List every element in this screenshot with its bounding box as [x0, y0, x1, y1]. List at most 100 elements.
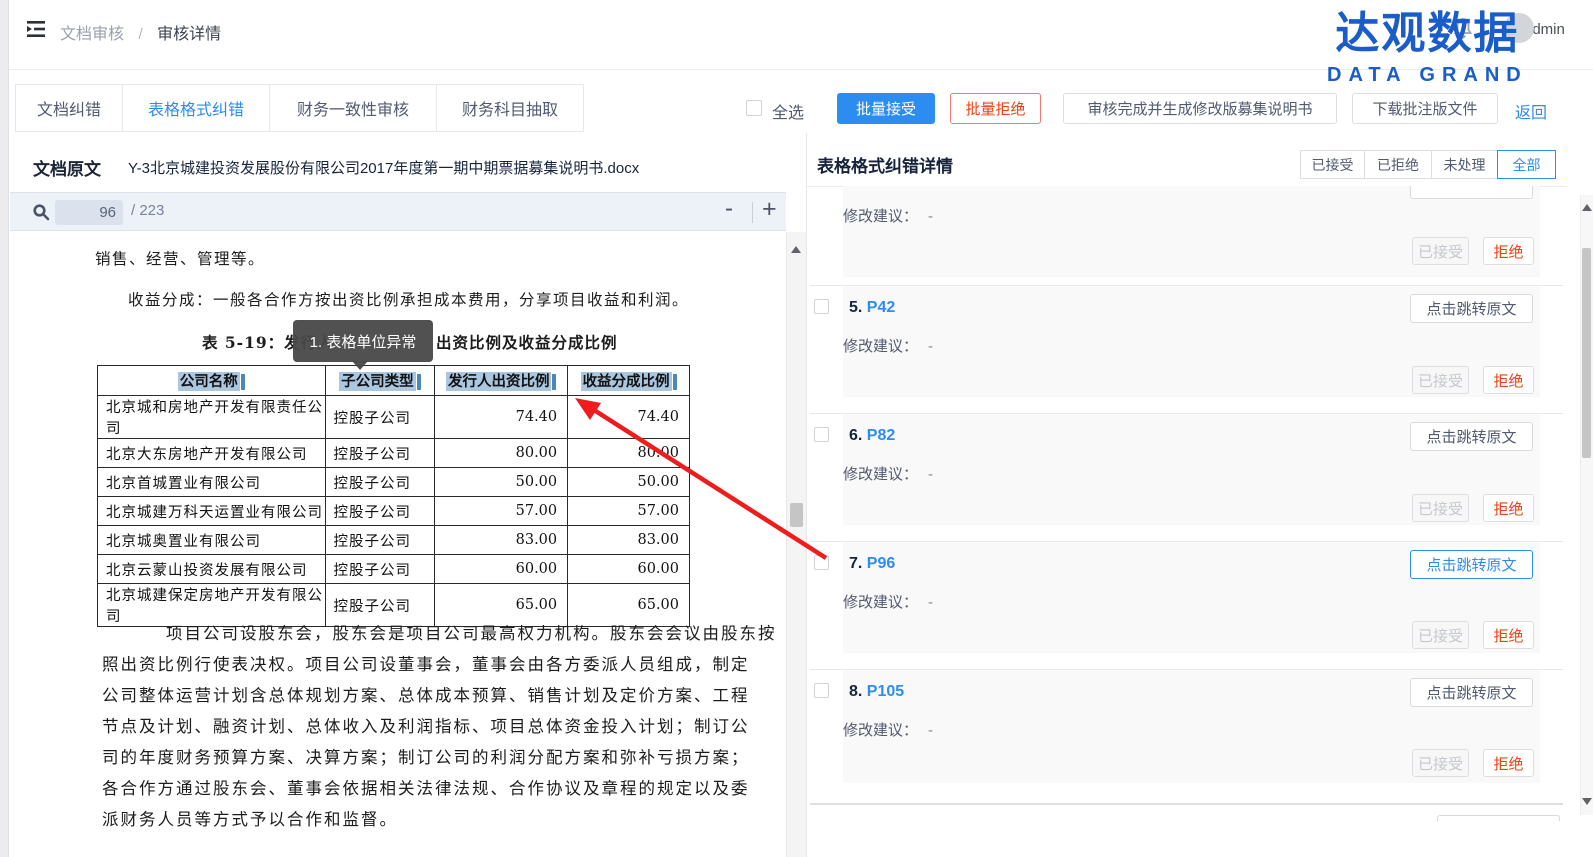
doc-paragraph-line: 照出资比例行使表决权。项目公司设董事会，董事会由各方委派人员组成，制定 [102, 651, 782, 675]
item-title: 7. P96 [849, 555, 895, 573]
review-scrollbar[interactable] [1580, 195, 1593, 815]
table-header-row: 公司名称 子公司类型 发行人出资比例 收益分成比例 [98, 366, 690, 396]
breadcrumb-separator: / [138, 26, 142, 43]
batch-reject-button[interactable]: 批量拒绝 [950, 93, 1041, 124]
left-edge-rail [0, 0, 9, 857]
review-panel-title: 表格格式纠错详情 [817, 152, 953, 177]
header-cell: 子公司类型 [325, 366, 435, 396]
sidebar-collapse-icon[interactable] [24, 17, 48, 41]
zoom-out-button[interactable]: - [725, 195, 733, 223]
scroll-up-icon[interactable] [1582, 204, 1592, 211]
doc-paragraph-line: 各合作方通过股东会、董事会依据相关法律法规、合作协议及章程的规定以及委 [102, 775, 782, 799]
jump-button-fragment[interactable] [1437, 815, 1560, 821]
tab-table-format-correction[interactable]: 表格格式纠错 [122, 84, 270, 132]
suggestion-row: 修改建议：- [843, 205, 933, 226]
select-all-label: 全选 [772, 99, 804, 123]
doc-paragraph-line: 司的年度财务预算方案、决算方案；制订公司的利润分配方案和弥补亏损方案； [102, 744, 782, 768]
filter-all[interactable]: 全部 [1497, 150, 1556, 179]
item-page-link[interactable]: P96 [867, 555, 895, 572]
document-review-page: 文档审核 / 审核详情 admin 达观数据 DATA GRAND 文档纠错 表… [0, 0, 1593, 857]
doc-text-line: 销售、经营、管理等。 [95, 247, 265, 269]
item-checkbox[interactable] [814, 299, 829, 314]
doc-text-line: 收益分成：一般各合作方按出资比例承担成本费用，分享项目收益和利润。 [128, 288, 689, 310]
breadcrumb-current: 审核详情 [157, 26, 221, 43]
back-link[interactable]: 返回 [1515, 99, 1547, 123]
review-scrollbar-thumb[interactable] [1582, 248, 1591, 458]
reject-button[interactable]: 拒绝 [1483, 621, 1534, 649]
table-row: 北京城和房地产开发有限责任公司控股子公司 74.4074.40 [98, 396, 690, 439]
issuer-ratio-table: 公司名称 子公司类型 发行人出资比例 收益分成比例 北京城和房地产开发有限责任公… [97, 365, 690, 627]
jump-to-source-button[interactable]: 点击跳转原文 [1410, 422, 1533, 451]
accepted-button[interactable]: 已接受 [1412, 366, 1469, 394]
suggestion-row: 修改建议：- [843, 335, 933, 356]
highlight-cursor [673, 374, 677, 390]
jump-to-source-button[interactable]: 点击跳转原文 [1410, 294, 1533, 323]
doc-paragraph-line: 节点及计划、融资计划、总体收入及利润指标、项目总体资金投入计划；制订公 [102, 713, 782, 737]
accepted-button[interactable]: 已接受 [1412, 494, 1469, 522]
item-page-link[interactable]: P82 [867, 427, 895, 444]
download-annotated-button[interactable]: 下载批注版文件 [1352, 93, 1498, 124]
jump-to-source-button[interactable]: 点击跳转原文 [1410, 678, 1533, 707]
item-separator [810, 669, 1563, 670]
page-number-input[interactable] [55, 200, 123, 225]
accepted-button[interactable]: 已接受 [1412, 749, 1469, 777]
item-title: 8. P105 [849, 683, 904, 701]
doc-paragraph-line: 派财务人员等方式予以合作和监督。 [102, 806, 782, 830]
jump-to-source-button-active[interactable]: 点击跳转原文 [1410, 550, 1533, 579]
zoom-divider [752, 202, 753, 223]
table-row: 北京大东房地产开发有限公司控股子公司 80.0080.00 [98, 439, 690, 468]
suggestion-row: 修改建议：- [843, 719, 933, 740]
doc-paragraph-line: 公司整体运营计划含总体规划方案、总体成本预算、销售计划及定价方案、工程 [102, 682, 782, 706]
accepted-button[interactable]: 已接受 [1412, 621, 1469, 649]
scroll-up-icon[interactable] [791, 246, 801, 253]
accepted-button[interactable]: 已接受 [1412, 237, 1469, 265]
select-all-checkbox[interactable] [746, 100, 762, 116]
reject-button[interactable]: 拒绝 [1483, 237, 1534, 265]
tab-doc-correction[interactable]: 文档纠错 [15, 84, 123, 132]
reject-button[interactable]: 拒绝 [1483, 494, 1534, 522]
doc-scrollbar[interactable] [786, 232, 806, 857]
highlight-cursor [241, 374, 245, 390]
suggestion-row: 修改建议：- [843, 591, 933, 612]
breadcrumb: 文档审核 / 审核详情 [60, 20, 221, 44]
item-page-link[interactable]: P105 [867, 683, 904, 700]
doc-panel-title: 文档原文 [33, 155, 101, 180]
batch-accept-button[interactable]: 批量接受 [837, 93, 935, 124]
suggestion-row: 修改建议：- [843, 463, 933, 484]
filter-rejected[interactable]: 已拒绝 [1364, 150, 1432, 179]
header-cell: 收益分成比例 [568, 366, 690, 396]
finish-generate-button[interactable]: 审核完成并生成修改版募集说明书 [1063, 93, 1337, 124]
item-checkbox[interactable] [814, 427, 829, 442]
filter-accepted[interactable]: 已接受 [1300, 150, 1365, 179]
search-icon[interactable] [32, 203, 50, 221]
header-cell: 公司名称 [98, 366, 326, 396]
scroll-down-icon[interactable] [1582, 798, 1592, 805]
item-checkbox[interactable] [814, 555, 829, 570]
reject-button[interactable]: 拒绝 [1483, 749, 1534, 777]
reject-button[interactable]: 拒绝 [1483, 366, 1534, 394]
highlight-cursor [552, 374, 556, 390]
table-row: 北京城建万科天运置业有限公司控股子公司 57.0057.00 [98, 497, 690, 526]
zoom-in-button[interactable]: + [762, 195, 777, 224]
highlight-cursor [417, 374, 421, 390]
jump-button-fragment[interactable] [1410, 186, 1533, 199]
item-page-link[interactable]: P42 [867, 299, 895, 316]
logo-chinese: 达观数据 [1327, 12, 1528, 56]
item-title: 5. P42 [849, 299, 895, 317]
page-total: / 223 [131, 202, 164, 219]
table-row: 北京首城置业有限公司控股子公司 50.0050.00 [98, 468, 690, 497]
item-separator [810, 413, 1563, 414]
list-bottom-line [810, 803, 1563, 805]
breadcrumb-root[interactable]: 文档审核 [60, 26, 124, 43]
filter-pending[interactable]: 未处理 [1431, 150, 1498, 179]
panel-divider [806, 133, 807, 857]
tab-finance-subject-extract[interactable]: 财务科目抽取 [436, 84, 584, 132]
tab-finance-consistency[interactable]: 财务一致性审核 [269, 84, 437, 132]
item-checkbox[interactable] [814, 683, 829, 698]
logo-english: DATA GRAND [1327, 65, 1528, 85]
item-separator [810, 541, 1563, 542]
doc-scrollbar-thumb[interactable] [790, 503, 803, 527]
header-cell: 发行人出资比例 [435, 366, 568, 396]
doc-toolbar: / 223 - + [10, 192, 786, 231]
doc-filename: Y-3北京城建投资发展股份有限公司2017年度第一期中期票据募集说明书.docx [128, 157, 639, 178]
